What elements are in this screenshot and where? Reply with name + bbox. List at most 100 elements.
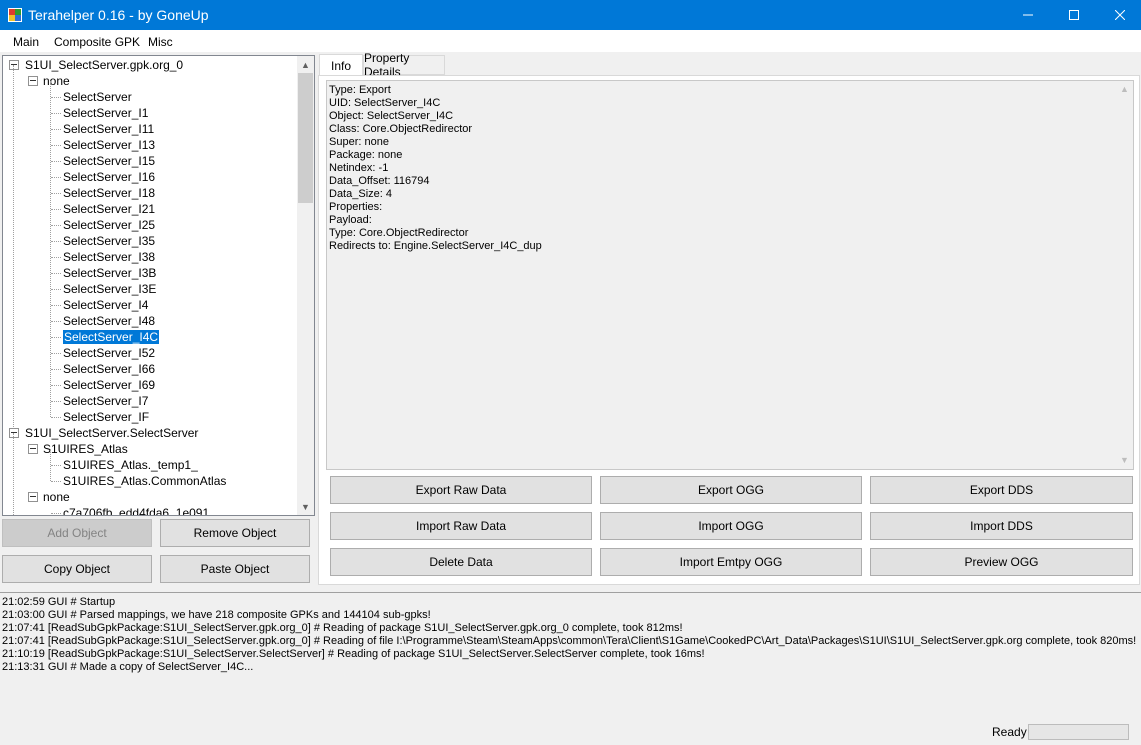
tree-group-node[interactable]: none (43, 74, 70, 88)
tree-leaf-node[interactable]: SelectServer_I3B (63, 266, 156, 280)
tree-node[interactable]: SelectServer_I52 (63, 345, 155, 361)
tree-node[interactable]: SelectServer_I25 (63, 217, 155, 233)
import-ogg-button[interactable]: Import OGG (600, 512, 862, 540)
tree-node[interactable]: SelectServer_I48 (63, 313, 155, 329)
tree-node[interactable]: S1UIRES_Atlas._temp1_ (63, 457, 198, 473)
tree-node[interactable]: S1UIRES_Atlas.CommonAtlas (63, 473, 226, 489)
scroll-thumb[interactable] (298, 73, 313, 203)
tree-connector (51, 417, 61, 418)
tree-leaf-node[interactable]: SelectServer_I11 (63, 122, 154, 136)
tree-node[interactable]: SelectServer_I11 (63, 121, 154, 137)
tree-node[interactable]: SelectServer_I4 (63, 297, 148, 313)
log-output[interactable]: 21:02:59 GUI # Startup 21:03:00 GUI # Par… (0, 592, 1141, 718)
tree-node[interactable]: SelectServer_I38 (63, 249, 155, 265)
collapse-icon[interactable] (28, 444, 38, 454)
tree-node[interactable]: S1UI_SelectServer.gpk.org_0 (25, 57, 183, 73)
tree-leaf-node[interactable]: SelectServer_I25 (63, 218, 155, 232)
info-line: Redirects to: Engine.SelectServer_I4C_du… (329, 240, 542, 252)
package-tree[interactable]: S1UI_SelectServer.gpk.org_0none SelectSer… (2, 55, 315, 516)
menu-composite-gpk[interactable]: Composite GPK (54, 35, 140, 49)
tree-node[interactable]: SelectServer_I7 (63, 393, 148, 409)
tree-leaf-node[interactable]: SelectServer_I21 (63, 202, 155, 216)
tree-node[interactable]: SelectServer_I21 (63, 201, 155, 217)
export-dds-button[interactable]: Export DDS (870, 476, 1133, 504)
add-object-button[interactable]: Add Object (2, 519, 152, 547)
tree-scrollbar[interactable]: ▲ ▼ (297, 56, 314, 515)
scroll-up-icon[interactable]: ▲ (1116, 81, 1133, 98)
tree-leaf-node[interactable]: SelectServer_I16 (63, 170, 155, 184)
tree-node[interactable]: S1UI_SelectServer.SelectServer (25, 425, 198, 441)
tab-info[interactable]: Info (319, 54, 363, 76)
collapse-icon[interactable] (9, 428, 19, 438)
info-text[interactable]: Type: Export UID: SelectServer_I4C Object:… (326, 80, 1134, 470)
minimize-button[interactable] (1005, 0, 1051, 30)
scroll-down-icon[interactable]: ▼ (1116, 452, 1133, 469)
scroll-up-icon[interactable]: ▲ (297, 56, 314, 73)
tree-node[interactable]: SelectServer (63, 89, 132, 105)
tree-leaf-node[interactable]: SelectServer (63, 90, 132, 104)
collapse-icon[interactable] (28, 76, 38, 86)
import-dds-button[interactable]: Import DDS (870, 512, 1133, 540)
tab-property-details[interactable]: Property Details (363, 51, 445, 79)
tree-leaf-node[interactable]: SelectServer_I48 (63, 314, 155, 328)
tree-group-node[interactable]: S1UIRES_Atlas (43, 442, 128, 456)
collapse-icon[interactable] (9, 60, 19, 70)
tree-root-node[interactable]: S1UI_SelectServer.gpk.org_0 (25, 58, 183, 72)
tree-node[interactable]: none (43, 489, 70, 505)
tree-node[interactable]: SelectServer_I1 (63, 105, 148, 121)
scroll-down-icon[interactable]: ▼ (297, 498, 314, 515)
tree-node[interactable]: SelectServer_I69 (63, 377, 155, 393)
preview-ogg-button[interactable]: Preview OGG (870, 548, 1133, 576)
close-button[interactable] (1097, 0, 1141, 30)
export-raw-data-button[interactable]: Export Raw Data (330, 476, 592, 504)
tree-leaf-node[interactable]: SelectServer_I3E (63, 282, 156, 296)
tree-node[interactable]: SelectServer_I4C (63, 329, 160, 345)
tree-leaf-node[interactable]: SelectServer_I35 (63, 234, 155, 248)
maximize-button[interactable] (1051, 0, 1097, 30)
export-ogg-button[interactable]: Export OGG (600, 476, 862, 504)
tree-leaf-node[interactable]: SelectServer_I52 (63, 346, 155, 360)
tree-node[interactable]: SelectServer_I13 (63, 137, 155, 153)
info-scrollbar[interactable]: ▲ ▼ (1116, 81, 1133, 469)
tree-node[interactable]: SelectServer_I66 (63, 361, 155, 377)
tree-node[interactable]: SelectServer_IF (63, 409, 149, 425)
tree-leaf-node[interactable]: S1UIRES_Atlas.CommonAtlas (63, 474, 226, 488)
tree-node[interactable]: SelectServer_I35 (63, 233, 155, 249)
tree-node[interactable]: SelectServer_I18 (63, 185, 155, 201)
tree-node[interactable]: SelectServer_I3B (63, 265, 156, 281)
tree-node[interactable]: S1UIRES_Atlas (43, 441, 128, 457)
tree-leaf-node[interactable]: SelectServer_I4 (63, 298, 148, 312)
tree-group-node[interactable]: none (43, 490, 70, 504)
tree-leaf-node[interactable]: SelectServer_I38 (63, 250, 155, 264)
delete-data-button[interactable]: Delete Data (330, 548, 592, 576)
menu-main[interactable]: Main (13, 35, 39, 49)
tree-node[interactable]: SelectServer_I15 (63, 153, 155, 169)
tree-node[interactable]: SelectServer_I16 (63, 169, 155, 185)
tree-root-node[interactable]: S1UI_SelectServer.SelectServer (25, 426, 198, 440)
copy-object-button[interactable]: Copy Object (2, 555, 152, 583)
menu-bar: Main Composite GPK Misc (0, 30, 1141, 52)
tree-leaf-node[interactable]: c7a706fb_edd4fda6_1e091... (63, 506, 219, 515)
import-raw-data-button[interactable]: Import Raw Data (330, 512, 592, 540)
tree-leaf-node[interactable]: SelectServer_I4C (63, 330, 160, 344)
tree-leaf-node[interactable]: SelectServer_I7 (63, 394, 148, 408)
remove-object-button[interactable]: Remove Object (160, 519, 310, 547)
tree-node[interactable]: SelectServer_I3E (63, 281, 156, 297)
tree-leaf-node[interactable]: SelectServer_I18 (63, 186, 155, 200)
menu-misc[interactable]: Misc (148, 35, 173, 49)
paste-object-button[interactable]: Paste Object (160, 555, 310, 583)
tree-leaf-node[interactable]: SelectServer_I69 (63, 378, 155, 392)
window-title: Terahelper 0.16 - by GoneUp (28, 7, 209, 23)
tree-connector (51, 241, 61, 242)
tree-node[interactable]: c7a706fb_edd4fda6_1e091... (63, 505, 219, 515)
tree-leaf-node[interactable]: SelectServer_I66 (63, 362, 155, 376)
import-empty-ogg-button[interactable]: Import Emtpy OGG (600, 548, 862, 576)
tree-leaf-node[interactable]: S1UIRES_Atlas._temp1_ (63, 458, 198, 472)
collapse-icon[interactable] (28, 492, 38, 502)
tree-leaf-node[interactable]: SelectServer_I1 (63, 106, 148, 120)
tree-leaf-node[interactable]: SelectServer_I15 (63, 154, 155, 168)
tree-leaf-node[interactable]: SelectServer_IF (63, 410, 149, 424)
tree-leaf-node[interactable]: SelectServer_I13 (63, 138, 155, 152)
tree-node[interactable]: none (43, 73, 70, 89)
details-tabs: Info Property Details Type: Export UID: S… (318, 51, 1141, 585)
